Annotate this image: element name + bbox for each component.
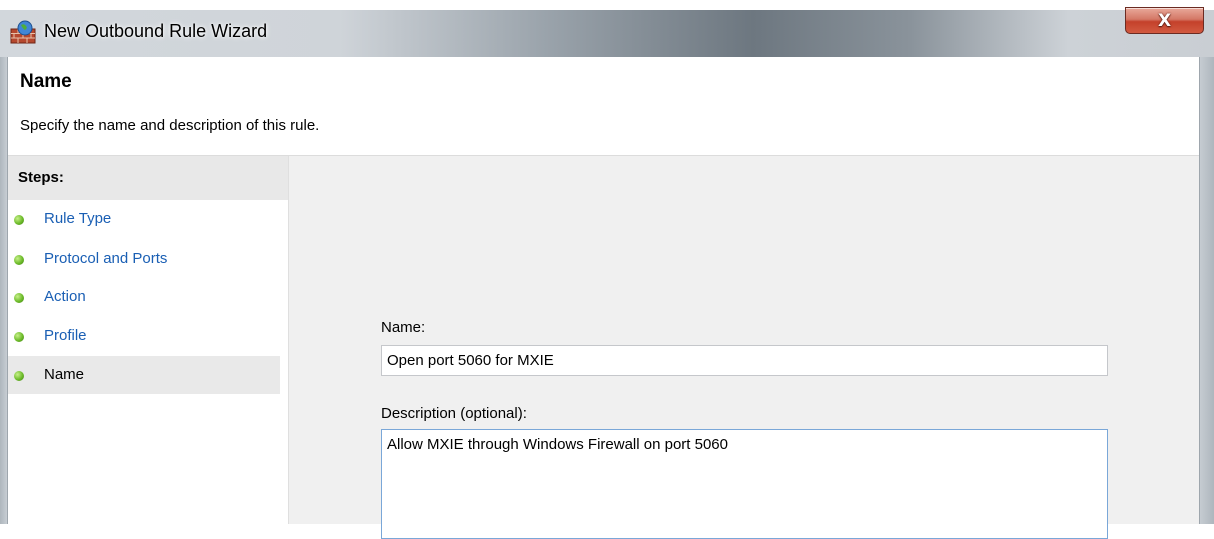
step-label: Name <box>44 366 85 383</box>
step-label[interactable]: Profile <box>44 327 87 344</box>
window-title: New Outbound Rule Wizard <box>44 21 268 41</box>
steps-panel: Steps: Rule Type Protocol and Ports Acti… <box>8 156 289 524</box>
green-bullet-icon <box>14 371 24 381</box>
description-field[interactable]: Allow MXIE through Windows Firewall on p… <box>381 429 1108 539</box>
green-bullet-icon <box>14 293 24 303</box>
description-field-label: Description (optional): <box>381 405 527 422</box>
page-title: Name <box>20 71 72 92</box>
close-button[interactable]: X <box>1125 7 1204 34</box>
green-bullet-icon <box>14 215 24 225</box>
page-subtitle: Specify the name and description of this… <box>20 117 320 134</box>
name-field[interactable] <box>381 345 1108 376</box>
close-icon: X <box>1157 10 1172 31</box>
step-action[interactable]: Action <box>8 278 280 316</box>
firewall-globe-icon <box>10 20 36 44</box>
window-frame-left <box>0 57 7 524</box>
step-label[interactable]: Rule Type <box>44 210 111 227</box>
step-label[interactable]: Protocol and Ports <box>44 250 167 267</box>
step-label[interactable]: Action <box>44 288 86 305</box>
window-frame-right <box>1199 57 1214 524</box>
wizard-content: Name: Description (optional): Allow MXIE… <box>289 156 1199 539</box>
step-profile[interactable]: Profile <box>8 317 280 355</box>
green-bullet-icon <box>14 255 24 265</box>
name-field-label: Name: <box>381 319 426 336</box>
step-rule-type[interactable]: Rule Type <box>8 200 280 238</box>
steps-heading: Steps: <box>18 169 64 186</box>
step-name-current: Name <box>8 356 280 394</box>
step-protocol-and-ports[interactable]: Protocol and Ports <box>8 240 280 278</box>
green-bullet-icon <box>14 332 24 342</box>
wizard-client-area: Name Specify the name and description of… <box>7 57 1200 539</box>
title-bar[interactable]: New Outbound Rule Wizard X <box>0 0 1214 57</box>
window-frame-top <box>0 0 1214 10</box>
page-header: Name Specify the name and description of… <box>8 57 1199 156</box>
steps-header: Steps: <box>8 156 288 200</box>
